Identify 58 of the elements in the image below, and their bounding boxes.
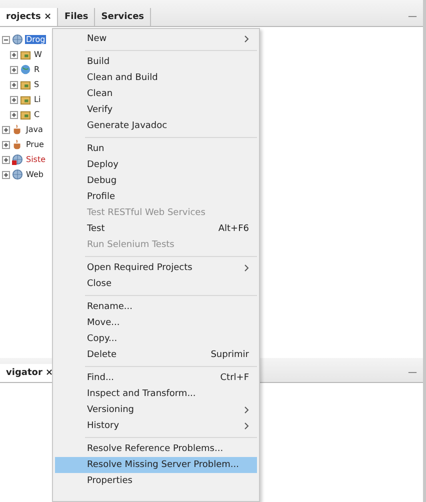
globe-icon (12, 34, 23, 45)
menu-item[interactable]: Clean and Build (55, 70, 257, 86)
coffee-cup-icon (12, 124, 23, 135)
menu-item[interactable]: Test Alt+F6 (55, 221, 257, 237)
menu-item[interactable]: Debug (55, 173, 257, 189)
menu-item[interactable]: Inspect and Transform... (55, 386, 257, 402)
expand-toggle-icon[interactable] (10, 50, 18, 58)
menu-item[interactable]: Close (55, 276, 257, 292)
coffee-cup-icon (12, 139, 23, 150)
menu-item[interactable]: Rename... (55, 299, 257, 315)
folder-icon (20, 79, 31, 90)
menu-item[interactable]: Verify (55, 102, 257, 118)
folder-icon (20, 109, 31, 120)
menu-item[interactable]: New (55, 31, 257, 47)
minimize-button[interactable]: — (402, 364, 423, 382)
expand-toggle-icon[interactable] (2, 156, 10, 164)
globe-icon (12, 154, 23, 165)
tree-item[interactable]: W (33, 50, 43, 59)
folder-icon (20, 94, 31, 105)
expand-toggle-icon[interactable] (10, 110, 18, 118)
expand-toggle-icon[interactable] (2, 140, 10, 148)
minimize-button[interactable]: — (402, 8, 423, 26)
menu-item[interactable]: Open Required Projects (55, 260, 257, 276)
menu-item[interactable]: Resolve Reference Problems... (55, 441, 257, 457)
menu-item[interactable]: Generate Javadoc (55, 118, 257, 134)
menu-item[interactable]: Versioning (55, 402, 257, 418)
tree-item[interactable]: Web (25, 170, 44, 179)
expand-toggle-icon[interactable] (10, 66, 18, 74)
tree-item[interactable]: Drog (25, 35, 46, 44)
globe-icon (12, 169, 23, 180)
expand-toggle-icon[interactable] (10, 80, 18, 88)
tree-item[interactable]: R (33, 65, 41, 74)
menu-item[interactable]: Run (55, 141, 257, 157)
folder-icon (20, 49, 31, 60)
collapse-toggle-icon[interactable] (2, 36, 10, 44)
expand-toggle-icon[interactable] (2, 170, 10, 178)
panel-tab[interactable]: Services (95, 8, 152, 26)
menu-item[interactable]: History (55, 418, 257, 434)
tree-item[interactable]: Java (25, 125, 44, 134)
panel-tab[interactable]: rojects × (0, 8, 58, 26)
tree-item[interactable]: Siste (25, 155, 47, 164)
tree-item[interactable]: Li (33, 95, 42, 104)
menu-item[interactable]: Resolve Missing Server Problem... (55, 457, 257, 473)
panel-tab[interactable]: Files (58, 8, 96, 26)
menu-item[interactable]: Move... (55, 315, 257, 331)
tree-item[interactable]: S (33, 80, 40, 89)
menu-item[interactable]: Copy... (55, 331, 257, 347)
menu-item[interactable]: Clean (55, 86, 257, 102)
tree-item[interactable]: Prue (25, 140, 45, 149)
tree-item[interactable]: C (33, 110, 41, 119)
menu-item[interactable]: Build (55, 54, 257, 70)
menu-item[interactable]: Properties (55, 473, 257, 489)
globe-icon (20, 64, 31, 75)
expand-toggle-icon[interactable] (2, 126, 10, 134)
menu-item[interactable]: Profile (55, 189, 257, 205)
expand-toggle-icon[interactable] (10, 96, 18, 104)
menu-item[interactable]: Deploy (55, 157, 257, 173)
menu-item[interactable]: Delete Suprimir (55, 347, 257, 363)
